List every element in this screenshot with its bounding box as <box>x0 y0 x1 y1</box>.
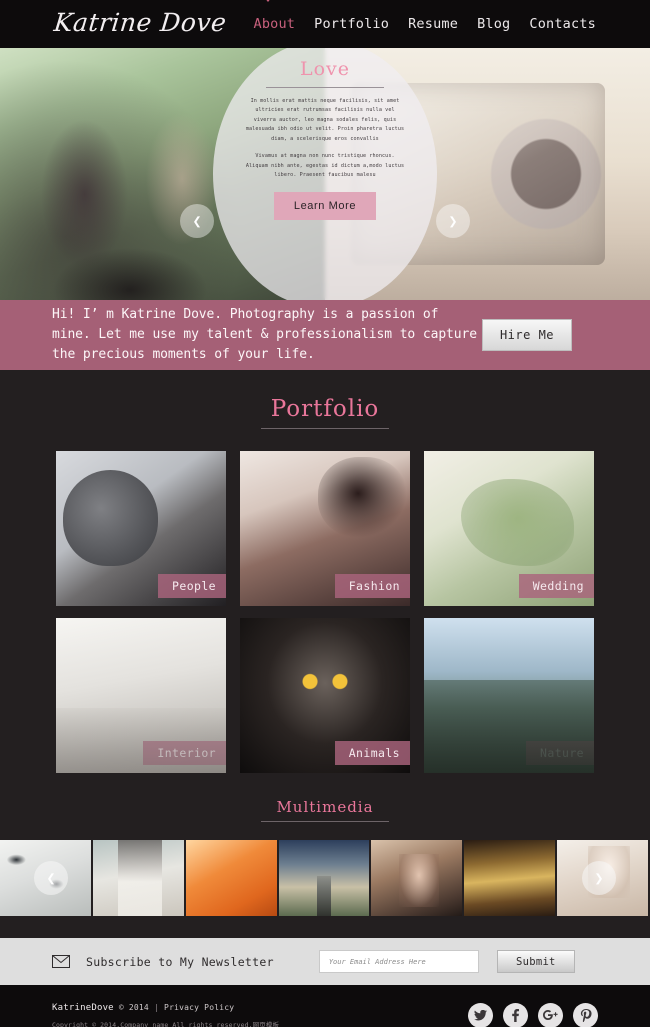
portfolio-heading: Portfolio <box>0 396 650 429</box>
portfolio-tile-fashion[interactable]: Fashion <box>240 451 410 606</box>
page-root: Katrine Dove About Portfolio Resume Blog… <box>0 0 650 1027</box>
multimedia-title: Multimedia <box>276 798 374 816</box>
portfolio-title: Portfolio <box>270 396 380 422</box>
portfolio-grid: People Fashion Wedding Interior Animals … <box>0 451 650 773</box>
hero-divider <box>266 87 384 88</box>
tile-label-people: People <box>158 574 226 598</box>
hero-slider: ❮ ❯ Love In mollis erat mattis neque fac… <box>0 48 650 300</box>
newsletter-email-input[interactable] <box>318 950 479 973</box>
nav-item-resume[interactable]: Resume <box>406 13 460 35</box>
hero-description: In mollis erat mattis neque facilisis, s… <box>245 97 405 180</box>
footer-copy-mark: © 2014 <box>118 1002 149 1012</box>
tile-label-fashion: Fashion <box>334 574 410 598</box>
intro-bar: Hi! I’ m Katrine Dove. Photography is a … <box>0 300 650 370</box>
tile-label-animals: Animals <box>334 741 410 765</box>
multimedia-section: Multimedia ❮ ❯ <box>0 773 650 916</box>
portfolio-section: Portfolio People Fashion Wedding Interio… <box>0 370 650 773</box>
footer-brand[interactable]: KatrineDove <box>52 1003 114 1013</box>
multimedia-thumb-bride[interactable] <box>92 840 186 916</box>
footer-brand-line: KatrineDove © 2014 | Privacy Policy <box>52 1003 279 1013</box>
social-links <box>468 1003 598 1027</box>
pinterest-icon[interactable] <box>573 1003 598 1027</box>
nav-item-blog[interactable]: Blog <box>475 13 512 35</box>
multimedia-thumb-road[interactable] <box>278 840 372 916</box>
hero-caption-circle: Love In mollis erat mattis neque facilis… <box>213 48 437 300</box>
site-header: Katrine Dove About Portfolio Resume Blog… <box>0 0 650 48</box>
hire-me-button[interactable]: Hire Me <box>482 319 572 351</box>
portfolio-tile-nature[interactable]: Nature <box>424 618 594 773</box>
facebook-icon[interactable] <box>503 1003 528 1027</box>
active-caret-icon <box>263 0 272 2</box>
twitter-icon[interactable] <box>468 1003 493 1027</box>
hero-title: Love <box>299 58 351 80</box>
nav-label-about: About <box>253 16 296 32</box>
carousel-prev-button[interactable]: ❮ <box>34 861 68 895</box>
portfolio-title-underline <box>261 428 389 429</box>
tile-label-nature: Nature <box>526 741 594 765</box>
hero-paragraph-1: In mollis erat mattis neque facilisis, s… <box>245 98 405 142</box>
envelope-icon <box>52 955 70 968</box>
footer-privacy-link[interactable]: Privacy Policy <box>164 1003 234 1012</box>
multimedia-title-underline <box>261 821 389 822</box>
newsletter-submit-button[interactable]: Submit <box>496 950 575 973</box>
portfolio-tile-interior[interactable]: Interior <box>56 618 226 773</box>
nav-item-contacts[interactable]: Contacts <box>527 13 598 35</box>
tile-label-interior: Interior <box>143 741 226 765</box>
footer-copyright-text: Copyright © 2014.Company name All rights… <box>52 1020 280 1027</box>
footer-separator: | <box>153 1002 160 1012</box>
googleplus-icon[interactable] <box>538 1003 563 1027</box>
multimedia-thumb-orange-dress[interactable] <box>185 840 279 916</box>
multimedia-carousel: ❮ ❯ <box>0 840 650 916</box>
multimedia-thumb-family[interactable] <box>371 840 465 916</box>
carousel-next-button[interactable]: ❯ <box>582 861 616 895</box>
nav-item-portfolio[interactable]: Portfolio <box>312 13 391 35</box>
multimedia-heading: Multimedia <box>0 797 650 822</box>
portfolio-tile-wedding[interactable]: Wedding <box>424 451 594 606</box>
hero-next-button[interactable]: ❯ <box>436 204 470 238</box>
multimedia-thumb-church[interactable] <box>464 840 558 916</box>
site-logo[interactable]: Katrine Dove <box>52 8 227 37</box>
newsletter-bar: Subscribe to My Newsletter Submit <box>0 938 650 985</box>
main-navigation: About Portfolio Resume Blog Contacts <box>252 0 599 48</box>
tile-label-wedding: Wedding <box>518 574 594 598</box>
footer-copyright-block: KatrineDove © 2014 | Privacy Policy Copy… <box>52 1003 279 1027</box>
learn-more-button[interactable]: Learn More <box>273 192 377 221</box>
nav-item-about[interactable]: About <box>252 0 298 35</box>
portfolio-tile-animals[interactable]: Animals <box>240 618 410 773</box>
hero-paragraph-2: Vivamus at magna non nunc tristique rhon… <box>245 153 405 178</box>
intro-text: Hi! I’ m Katrine Dove. Photography is a … <box>52 306 477 363</box>
hero-prev-button[interactable]: ❮ <box>180 204 214 238</box>
newsletter-label: Subscribe to My Newsletter <box>86 954 274 969</box>
site-footer: KatrineDove © 2014 | Privacy Policy Copy… <box>0 985 650 1027</box>
portfolio-tile-people[interactable]: People <box>56 451 226 606</box>
